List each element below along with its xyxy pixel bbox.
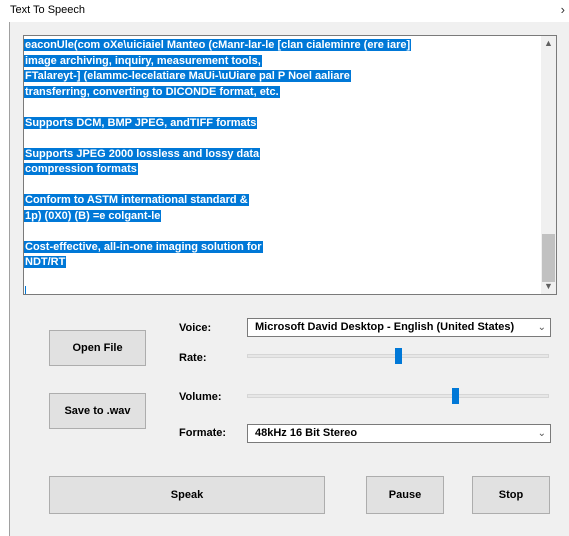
selected-text: eaconUle(com oXe\uiciaiel Manteo (cManr-… <box>24 39 412 51</box>
text-caret <box>25 286 26 294</box>
selected-text: FTalareyt-] (elammc-lecelatiare MaUi-\uU… <box>24 70 351 82</box>
format-label: Formate: <box>179 427 227 439</box>
text-line: Supports JPEG 2000 lossless and lossy da… <box>24 147 536 163</box>
title-bar: Text To Speech › <box>0 0 569 22</box>
selected-text: Supports JPEG 2000 lossless and lossy da… <box>24 147 261 160</box>
volume-slider-thumb[interactable] <box>451 388 459 404</box>
rate-slider-thumb[interactable] <box>394 348 402 364</box>
text-line <box>24 131 536 147</box>
text-line <box>24 224 536 240</box>
text-content: eaconUle(com oXe\uiciaiel Manteo (cManr-… <box>24 38 536 286</box>
volume-slider-track[interactable] <box>247 394 549 398</box>
selected-text: NDT/RT <box>24 256 67 268</box>
selected-text: Cost-effective, all-in-one imaging solut… <box>24 240 263 253</box>
selected-text: 1p) (0X0) (B) =e colgant-le <box>24 209 162 222</box>
selected-text: compression formats <box>24 163 138 175</box>
scrollbar-thumb[interactable] <box>542 234 555 282</box>
selected-text: Conform to ASTM international standard & <box>24 194 249 206</box>
format-select-value: 48kHz 16 Bit Stereo <box>255 427 358 439</box>
selected-text: image archiving, inquiry, measurement to… <box>24 54 262 67</box>
text-line: compression formats <box>24 162 536 178</box>
selected-text: transferring, converting to DICONDE form… <box>24 85 280 98</box>
text-line: 1p) (0X0) (B) =e colgant-le <box>24 209 536 225</box>
chevron-right-icon[interactable]: › <box>561 2 565 17</box>
text-line <box>24 271 536 287</box>
text-line: FTalareyt-] (elammc-lecelatiare MaUi-\uU… <box>24 69 536 85</box>
selected-text: Supports DCM, BMP JPEG, andTIFF formats <box>24 116 258 129</box>
text-line: NDT/RT <box>24 255 536 271</box>
window-title: Text To Speech <box>10 4 86 16</box>
chevron-down-icon: ⌄ <box>537 322 546 333</box>
volume-label: Volume: <box>179 391 222 403</box>
text-line: Cost-effective, all-in-one imaging solut… <box>24 240 536 256</box>
speak-button[interactable]: Speak <box>49 476 325 514</box>
voice-select-value: Microsoft David Desktop - English (Unite… <box>255 321 515 333</box>
pause-button[interactable]: Pause <box>366 476 444 514</box>
text-line <box>24 178 536 194</box>
text-line: Conform to ASTM international standard & <box>24 193 536 209</box>
text-line: Supports DCM, BMP JPEG, andTIFF formats <box>24 116 536 132</box>
stop-button[interactable]: Stop <box>472 476 550 514</box>
save-wav-button[interactable]: Save to .wav <box>49 393 146 429</box>
scroll-up-icon[interactable]: ▲ <box>541 36 556 51</box>
vertical-scrollbar[interactable]: ▲ ▼ <box>541 36 556 294</box>
text-line: transferring, converting to DICONDE form… <box>24 85 536 101</box>
chevron-down-icon: ⌄ <box>537 428 546 439</box>
text-line: image archiving, inquiry, measurement to… <box>24 54 536 70</box>
rate-label: Rate: <box>179 352 207 364</box>
main-window: eaconUle(com oXe\uiciaiel Manteo (cManr-… <box>9 22 569 536</box>
format-select[interactable]: 48kHz 16 Bit Stereo ⌄ <box>247 424 551 443</box>
voice-select[interactable]: Microsoft David Desktop - English (Unite… <box>247 318 551 337</box>
text-line: eaconUle(com oXe\uiciaiel Manteo (cManr-… <box>24 38 536 54</box>
text-line <box>24 100 536 116</box>
voice-label: Voice: <box>179 322 212 334</box>
scroll-down-icon[interactable]: ▼ <box>541 279 556 294</box>
text-input-area[interactable]: eaconUle(com oXe\uiciaiel Manteo (cManr-… <box>23 35 557 295</box>
open-file-button[interactable]: Open File <box>49 330 146 366</box>
